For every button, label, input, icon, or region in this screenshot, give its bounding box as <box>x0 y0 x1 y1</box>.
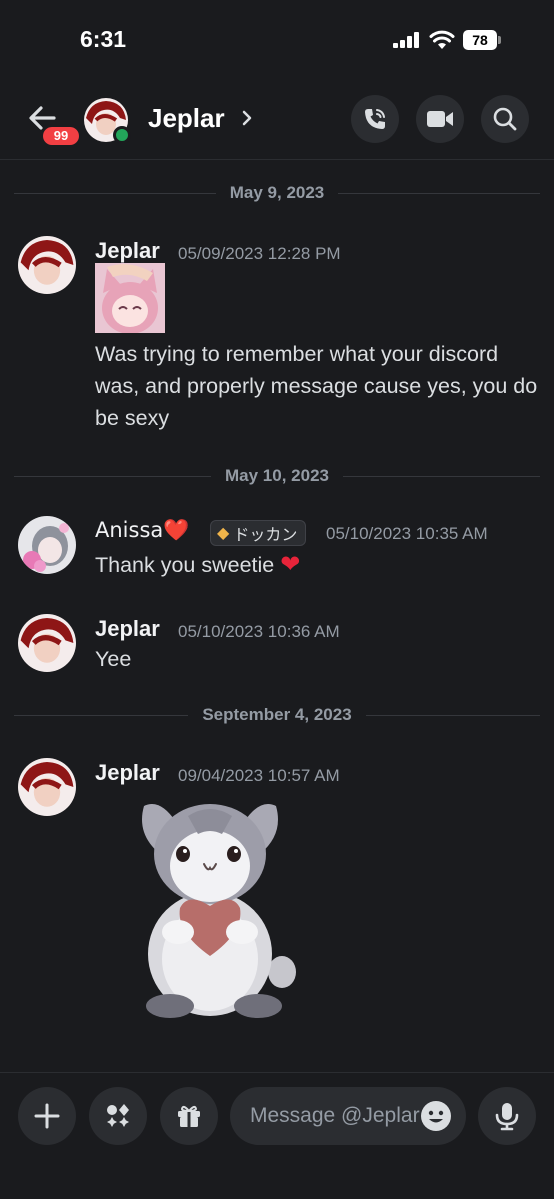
phone-call-icon <box>365 109 385 129</box>
emoji-image <box>95 263 165 333</box>
gift-button[interactable] <box>160 1087 218 1145</box>
chevron-right-icon[interactable] <box>240 108 254 128</box>
message-author[interactable]: Jeplar <box>95 238 160 264</box>
gem-icon: ◆ <box>217 525 230 542</box>
wifi-icon <box>429 30 455 49</box>
message-text: Thank you sweetie ❤ <box>95 550 301 578</box>
message-timestamp: 05/10/2023 10:36 AM <box>178 622 340 641</box>
message-timestamp: 09/04/2023 10:57 AM <box>178 766 340 785</box>
bunny-sticker[interactable] <box>130 794 305 1024</box>
gift-icon <box>178 1105 200 1127</box>
date-divider: May 10, 2023 <box>14 464 540 488</box>
search-icon <box>493 107 517 131</box>
message: Jeplar 09/04/2023 10:57 AM <box>0 758 554 1028</box>
message-author[interactable]: Jeplar <box>95 616 160 642</box>
video-call-button[interactable] <box>416 95 464 143</box>
date-divider: May 9, 2023 <box>14 181 541 205</box>
message-input-container <box>230 1087 466 1145</box>
battery-icon: 78 <box>463 30 501 50</box>
battery-level: 78 <box>463 30 497 50</box>
voice-message-button[interactable] <box>478 1087 536 1145</box>
plus-icon <box>34 1103 60 1129</box>
voice-call-button[interactable] <box>351 95 399 143</box>
avatar[interactable] <box>18 236 76 294</box>
channel-name[interactable]: Jeplar <box>148 103 225 134</box>
avatar[interactable] <box>18 614 76 672</box>
message-author[interactable]: Anissa❤️ <box>95 518 189 543</box>
status-bar: 6:31 78 <box>0 0 554 84</box>
online-status-indicator <box>113 126 131 144</box>
message: Anissa❤️ ◆ ドッカン 05/10/2023 10:35 AM Than… <box>0 516 554 586</box>
role-tag: ◆ ドッカン <box>210 520 307 546</box>
unread-badge: 99 <box>40 124 82 148</box>
add-attachment-button[interactable] <box>18 1087 76 1145</box>
message-text: Yee <box>95 647 132 671</box>
apps-icon <box>107 1104 129 1127</box>
message-text: Was trying to remember what your discord… <box>95 342 538 430</box>
message: Jeplar 05/09/2023 12:28 PM Was trying to… <box>0 236 554 436</box>
message-input[interactable] <box>250 1087 420 1145</box>
message-author[interactable]: Jeplar <box>95 760 160 786</box>
message-timestamp: 05/10/2023 10:35 AM <box>326 524 488 543</box>
message-timestamp: 05/09/2023 12:28 PM <box>178 244 341 263</box>
heart-emoji: ❤ <box>280 550 301 578</box>
search-button[interactable] <box>481 95 529 143</box>
signal-icon <box>393 32 419 48</box>
status-time: 6:31 <box>80 26 127 52</box>
date-divider: September 4, 2023 <box>14 703 540 727</box>
message: Jeplar 05/10/2023 10:36 AM Yee <box>0 614 554 684</box>
microphone-icon <box>495 1103 519 1131</box>
chat-header: 99 Jeplar <box>0 84 554 160</box>
emoji-icon[interactable] <box>420 1100 452 1132</box>
avatar[interactable] <box>18 516 76 574</box>
video-camera-icon <box>427 111 453 127</box>
apps-button[interactable] <box>89 1087 147 1145</box>
message-composer <box>0 1072 554 1199</box>
avatar[interactable] <box>18 758 76 816</box>
